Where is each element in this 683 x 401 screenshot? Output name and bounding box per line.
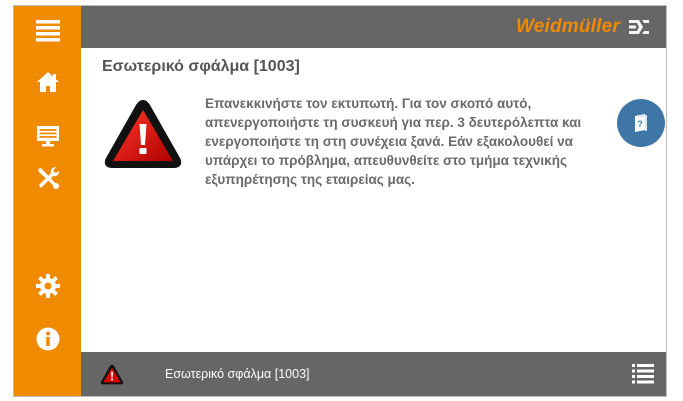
gear-icon: [35, 274, 60, 298]
tools-button[interactable]: [14, 158, 81, 198]
sidebar: [14, 6, 81, 396]
error-panel: Εσωτερικό σφάλμα [1003] Επανεκκινήστε το…: [81, 48, 666, 352]
message-list-icon[interactable]: [632, 364, 654, 384]
status-message: Εσωτερικό σφάλμα [1003]: [165, 367, 310, 381]
tools-icon: [37, 167, 59, 189]
status-bar: Εσωτερικό σφάλμα [1003]: [81, 352, 666, 396]
svg-text:?: ?: [637, 119, 643, 129]
help-button[interactable]: ?: [617, 99, 665, 147]
top-bar: Weidmüller: [81, 6, 666, 48]
monitor-button[interactable]: [14, 116, 81, 156]
menu-icon: [35, 20, 60, 42]
home-icon: [36, 72, 59, 92]
settings-button[interactable]: [14, 266, 81, 306]
monitor-icon: [36, 126, 59, 147]
info-button[interactable]: [14, 319, 81, 359]
warning-icon: [100, 364, 124, 385]
menu-button[interactable]: [14, 11, 81, 51]
home-button[interactable]: [14, 62, 81, 102]
warning-icon: [104, 100, 182, 168]
printer-display: Weidmüller Εσωτερικό σφάλμα [1003] Επανε…: [13, 5, 667, 397]
page-title: Εσωτερικό σφάλμα [1003]: [102, 58, 300, 75]
help-book-icon: ?: [635, 114, 647, 132]
brand-name: Weidmüller: [515, 16, 620, 37]
info-icon: [36, 327, 59, 351]
brand-logo: Weidmüller: [516, 16, 650, 38]
error-message: Επανεκκινήστε τον εκτυπωτή. Για τον σκοπ…: [205, 96, 582, 187]
weidmuller-logo-icon: [629, 20, 649, 34]
